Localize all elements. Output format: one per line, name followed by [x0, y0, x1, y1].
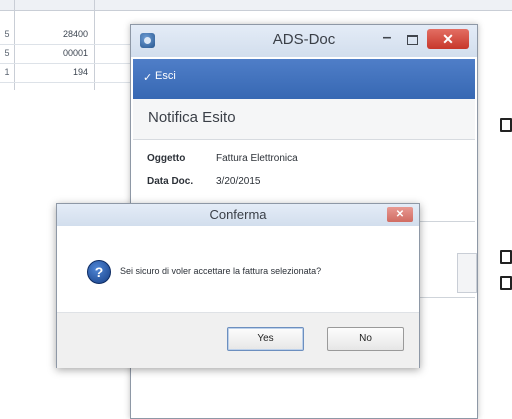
panel-header: Notifica Esito — [133, 99, 475, 140]
no-button[interactable]: No — [327, 327, 404, 351]
dialog-footer: Yes No — [57, 312, 419, 368]
oggetto-label: Oggetto — [147, 153, 186, 164]
data-doc-label: Data Doc. — [147, 176, 194, 187]
table-cell-value: 00001 — [62, 48, 88, 58]
yes-button[interactable]: Yes — [227, 327, 304, 351]
panel-title: Notifica Esito — [148, 109, 236, 126]
table-cell-index: 1 — [4, 67, 10, 77]
table-row[interactable]: 1 194 — [0, 64, 140, 83]
minimize-button[interactable]: – — [376, 30, 398, 49]
oggetto-value: Fattura Elettronica — [216, 153, 298, 164]
toolbar: ✓ Esci — [133, 59, 475, 99]
table-cell-value: 28400 — [62, 29, 88, 39]
table-cell-index: 5 — [4, 29, 10, 39]
side-checkbox[interactable] — [500, 276, 512, 290]
dialog-message: Sei sicuro di voler accettare la fattura… — [120, 266, 322, 276]
maximize-button[interactable] — [401, 31, 423, 49]
dialog-titlebar[interactable]: Conferma ✕ — [57, 204, 419, 226]
side-panel-edge — [457, 253, 477, 293]
window-title: ADS-Doc — [272, 31, 336, 48]
side-checkbox[interactable] — [500, 250, 512, 264]
confirm-dialog: Conferma ✕ ? Sei sicuro di voler accetta… — [56, 203, 420, 368]
dialog-title: Conferma — [209, 207, 267, 222]
esci-button[interactable]: Esci — [155, 70, 176, 82]
dialog-close-button[interactable]: ✕ — [387, 207, 413, 222]
table-row[interactable]: 5 28400 — [0, 26, 140, 45]
data-doc-value: 3/20/2015 — [216, 176, 261, 187]
close-button[interactable]: ✕ — [427, 29, 469, 49]
table-cell-index: 5 — [4, 48, 10, 58]
window-titlebar[interactable]: ADS-Doc – ✕ — [131, 25, 477, 57]
side-checkbox[interactable] — [500, 118, 512, 132]
table-header-strip — [0, 0, 512, 11]
table-cell-value: 194 — [72, 67, 88, 77]
question-icon: ? — [87, 260, 111, 284]
check-arrow-icon[interactable]: ✓ — [143, 73, 153, 84]
table-row[interactable]: 5 00001 — [0, 45, 140, 64]
